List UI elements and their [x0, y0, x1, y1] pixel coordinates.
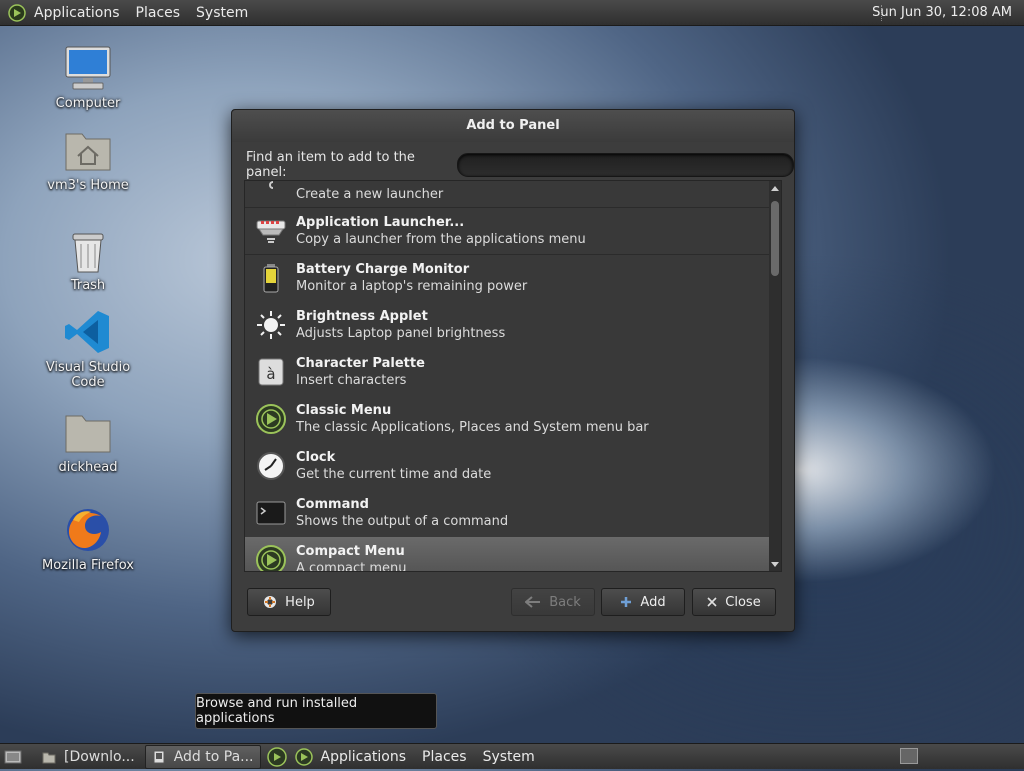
home-folder-icon: [63, 126, 113, 174]
list-scrollbar[interactable]: [769, 181, 781, 571]
folder-icon: [42, 750, 56, 764]
help-button[interactable]: Help: [247, 588, 331, 616]
svg-text:à: à: [266, 365, 275, 383]
list-item[interactable]: Clock Get the current time and date: [245, 443, 769, 490]
desktop-icon-vscode[interactable]: Visual Studio Code: [28, 308, 148, 390]
back-button[interactable]: Back: [511, 588, 595, 616]
desktop-icon-label: Visual Studio Code: [45, 360, 131, 390]
close-button[interactable]: Close: [692, 588, 776, 616]
list-item[interactable]: à Character Palette Insert characters: [245, 349, 769, 396]
app-launcher-icon: [251, 215, 291, 247]
computer-icon: [63, 44, 113, 92]
close-button-label: Close: [725, 594, 761, 610]
item-description: Insert characters: [296, 373, 407, 388]
list-item[interactable]: Battery Charge Monitor Monitor a laptop'…: [245, 255, 769, 302]
item-list[interactable]: Create a new launcher Application Launch…: [244, 180, 782, 572]
bottom-panel: [Downlo... Add to Pa... Applications Pla…: [0, 743, 1024, 769]
add-icon: [620, 596, 632, 608]
scrollbar-thumb[interactable]: [771, 201, 779, 276]
top-panel: Applications Places System Sun Jun 30, 1…: [0, 0, 1024, 26]
item-description: Create a new launcher: [296, 187, 444, 202]
folder-icon: [63, 408, 113, 456]
window-icon: [152, 750, 166, 764]
item-name: Compact Menu: [296, 544, 405, 559]
item-name: Battery Charge Monitor: [296, 262, 470, 277]
mate-menu-icon[interactable]: [294, 747, 313, 766]
desktop-icon-trash[interactable]: Trash: [28, 226, 148, 293]
taskbar-item-downloads[interactable]: [Downlo...: [36, 746, 141, 768]
tooltip: Browse and run installed applications: [195, 693, 437, 729]
menu-applications[interactable]: Applications: [313, 749, 415, 765]
list-item[interactable]: Classic Menu The classic Applications, P…: [245, 396, 769, 443]
list-item[interactable]: Application Launcher... Copy a launcher …: [245, 208, 769, 255]
desktop-icon-home[interactable]: vm3's Home: [28, 126, 148, 193]
workspace-switcher[interactable]: [900, 748, 918, 764]
scroll-down-arrow-icon[interactable]: [771, 562, 779, 567]
item-name: Brightness Applet: [296, 309, 428, 324]
list-item-selected[interactable]: Compact Menu A compact menu: [245, 537, 769, 572]
item-description: Copy a launcher from the applications me…: [296, 232, 586, 247]
list-item[interactable]: Command Shows the output of a command: [245, 490, 769, 537]
trash-icon: [63, 226, 113, 274]
item-description: The classic Applications, Places and Sys…: [296, 420, 649, 435]
item-name: Command: [296, 497, 369, 512]
taskbar-item-add-to-panel[interactable]: Add to Pa...: [144, 744, 261, 769]
item-description: A compact menu: [296, 561, 407, 572]
desktop-icon-label: Computer: [55, 96, 121, 111]
taskbar-item-label: Add to Pa...: [173, 748, 254, 765]
taskbar-item-label: [Downlo...: [64, 748, 135, 765]
menu-places[interactable]: Places: [128, 5, 189, 21]
item-description: Shows the output of a command: [296, 514, 509, 529]
back-arrow-icon: [525, 596, 541, 608]
clock[interactable]: Sun Jun 30, 12:08 AM: [872, 5, 1012, 20]
mate-logo-icon[interactable]: [8, 3, 26, 22]
mate-logo-icon[interactable]: [266, 746, 287, 767]
add-button-label: Add: [640, 594, 666, 610]
desktop-icon-computer[interactable]: Computer: [28, 44, 148, 111]
desktop-icon-label: dickhead: [58, 460, 118, 475]
item-name: Clock: [296, 450, 336, 465]
show-desktop-icon[interactable]: [4, 749, 22, 765]
desktop-icon-label: Trash: [70, 278, 106, 293]
item-name: Application Launcher...: [296, 215, 465, 230]
item-name: Character Palette: [296, 356, 425, 371]
add-to-panel-dialog: Add to Panel Find an item to add to the …: [231, 109, 795, 632]
help-button-label: Help: [285, 594, 315, 610]
menu-system[interactable]: System: [188, 5, 256, 21]
firefox-icon: [63, 506, 113, 554]
add-button[interactable]: Add: [601, 588, 685, 616]
desktop-icon-firefox[interactable]: Mozilla Firefox: [28, 506, 148, 573]
desktop-icon-label: vm3's Home: [47, 178, 129, 193]
desktop-icon-folder[interactable]: dickhead: [28, 408, 148, 475]
item-description: Adjusts Laptop panel brightness: [296, 326, 506, 341]
vscode-icon: [63, 308, 113, 356]
menu-places[interactable]: Places: [414, 749, 475, 765]
menu-applications[interactable]: Applications: [26, 5, 128, 21]
scroll-up-arrow-icon[interactable]: [771, 186, 779, 191]
dialog-title[interactable]: Add to Panel: [232, 110, 794, 142]
list-item[interactable]: Create a new launcher: [245, 181, 769, 208]
battery-icon: [251, 262, 291, 294]
help-icon: [263, 595, 277, 609]
menu-system[interactable]: System: [475, 749, 543, 765]
list-item[interactable]: Brightness Applet Adjusts Laptop panel b…: [245, 302, 769, 349]
menu-icon: [251, 403, 291, 435]
clock-icon: [251, 450, 291, 482]
item-description: Get the current time and date: [296, 467, 492, 482]
find-label: Find an item to add to the panel:: [246, 150, 415, 180]
launcher-icon: [251, 181, 291, 203]
character-palette-icon: à: [251, 356, 291, 388]
back-button-label: Back: [549, 594, 581, 610]
desktop-icon-label: Mozilla Firefox: [42, 558, 134, 573]
menu-icon: [251, 544, 291, 571]
item-name: Classic Menu: [296, 403, 392, 418]
terminal-icon: [251, 497, 291, 529]
item-description: Monitor a laptop's remaining power: [296, 279, 528, 294]
brightness-icon: [251, 309, 291, 341]
search-input[interactable]: [457, 153, 794, 177]
close-icon: [707, 597, 717, 607]
